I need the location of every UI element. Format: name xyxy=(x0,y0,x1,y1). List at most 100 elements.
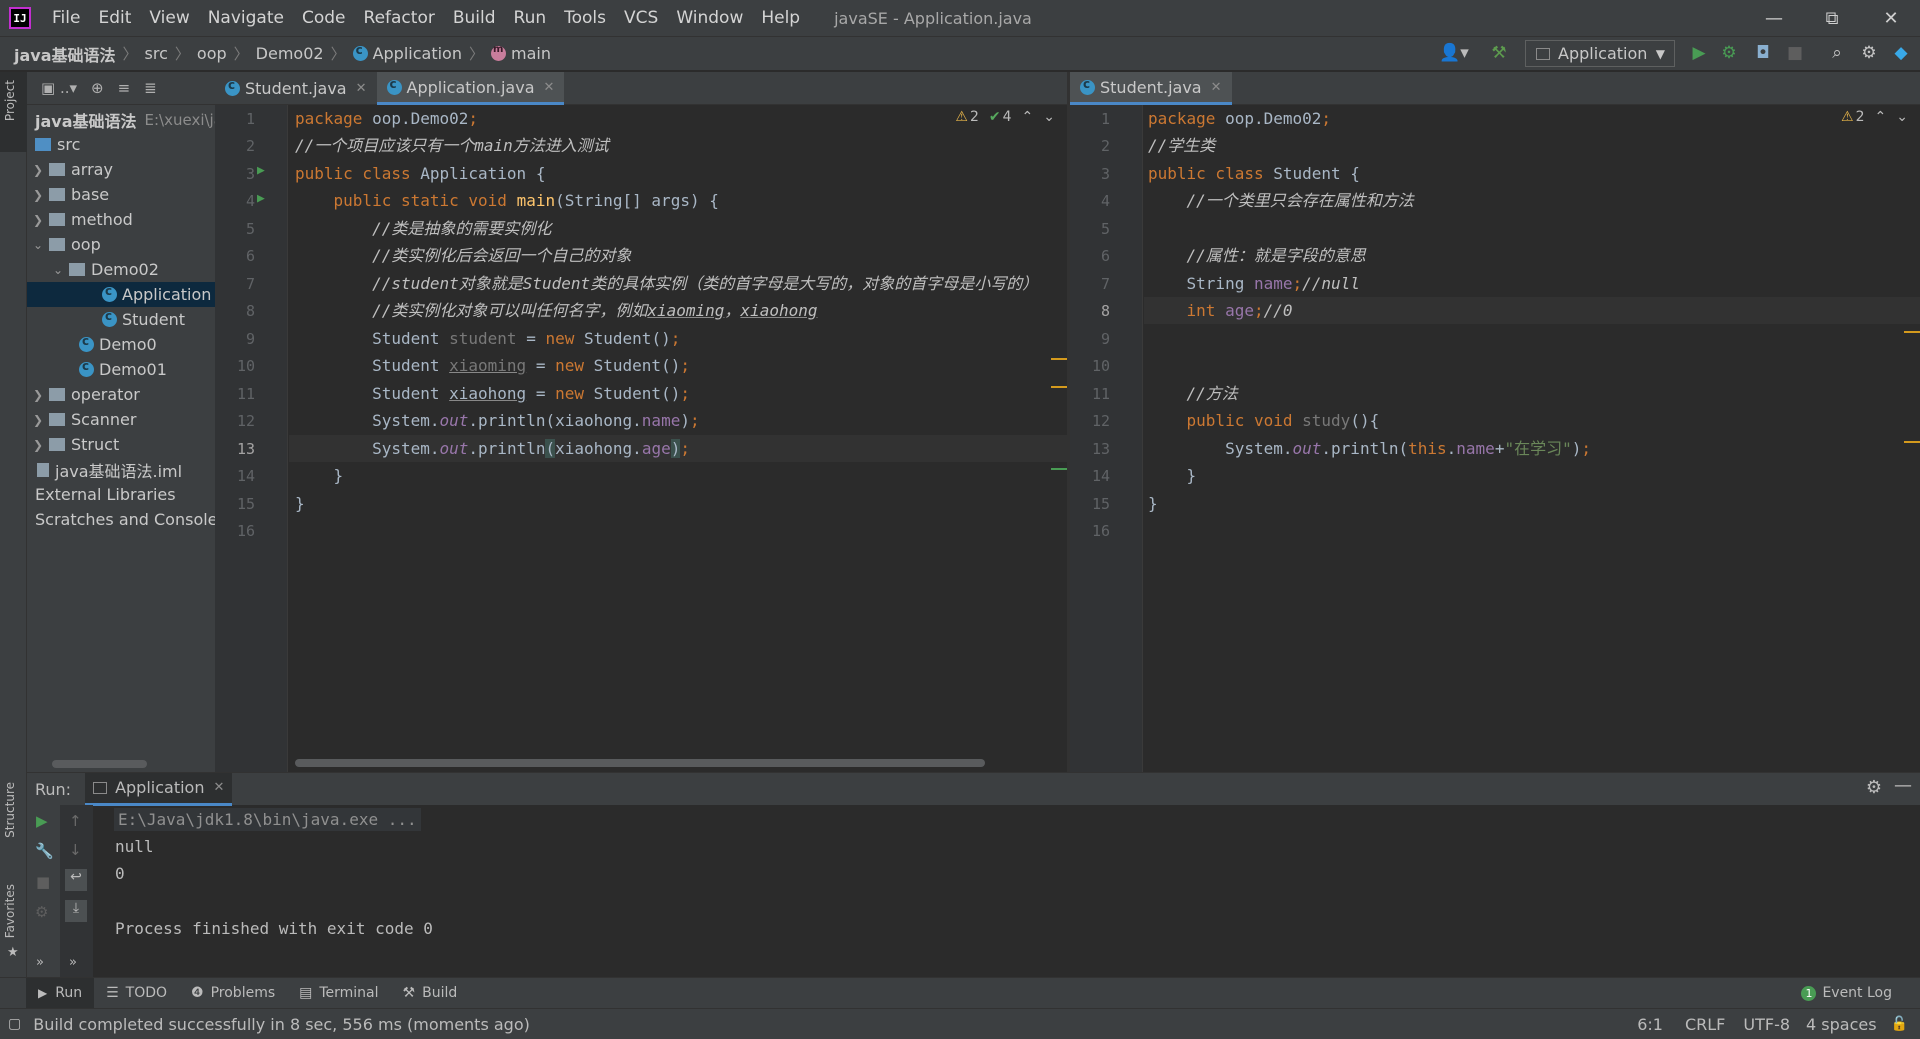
chevron-down-icon[interactable]: ⌄ xyxy=(1043,109,1055,125)
tool-tab-build[interactable]: ⚒ Build xyxy=(391,978,470,1009)
tree-item-method[interactable]: ❯ method xyxy=(27,207,215,232)
rerun-icon[interactable]: ▶ xyxy=(36,812,48,830)
warning-marker[interactable] xyxy=(1051,386,1067,388)
restore-icon[interactable]: ⧉ xyxy=(1803,0,1861,36)
tab-student-java[interactable]: Student.java ✕ xyxy=(215,72,377,105)
menu-code[interactable]: Code xyxy=(293,0,355,36)
menu-window[interactable]: Window xyxy=(667,0,752,36)
caret-position[interactable]: 6:1 xyxy=(1637,1015,1663,1034)
run-icon[interactable]: ▶ xyxy=(1688,42,1710,64)
menu-refactor[interactable]: Refactor xyxy=(355,0,444,36)
status-message[interactable]: Build completed successfully in 8 sec, 5… xyxy=(33,1015,530,1034)
build-hammer-icon[interactable]: ⚒ xyxy=(1488,42,1510,64)
chevron-right-icon[interactable]: ❯ xyxy=(31,188,45,202)
chevron-down-icon[interactable]: ⌄ xyxy=(1896,109,1908,125)
indent-setting[interactable]: 4 spaces xyxy=(1806,1015,1877,1034)
project-tool-tab[interactable]: Project xyxy=(0,72,27,152)
tree-item-demo01[interactable]: Demo01 xyxy=(27,357,215,382)
tree-item-scratches[interactable]: Scratches and Consoles xyxy=(27,507,215,532)
chevron-right-icon[interactable]: ❯ xyxy=(31,163,45,177)
project-scrollbar[interactable] xyxy=(52,760,147,768)
menu-build[interactable]: Build xyxy=(444,0,505,36)
editor-student[interactable]: 1 2 3 4 5 6 7 8 9 10 11 12 13 14 15 16 p… xyxy=(1070,105,1920,772)
search-icon[interactable]: ⌕ xyxy=(1826,42,1848,64)
tree-item-scanner[interactable]: ❯ Scanner xyxy=(27,407,215,432)
chevron-right-icon[interactable]: ❯ xyxy=(31,213,45,227)
debug-icon[interactable]: ⚙ xyxy=(1718,42,1740,64)
lock-icon[interactable]: 🔓 xyxy=(1891,1016,1908,1032)
tree-item-oop[interactable]: ⌄ oop xyxy=(27,232,215,257)
tree-item-src[interactable]: src xyxy=(27,132,215,157)
menu-run[interactable]: Run xyxy=(505,0,556,36)
tree-item-struct[interactable]: ❯ Struct xyxy=(27,432,215,457)
arrow-up-icon[interactable]: ↑ xyxy=(69,812,82,830)
menu-view[interactable]: View xyxy=(140,0,198,36)
close-icon[interactable]: ✕ xyxy=(213,780,224,795)
close-icon[interactable]: ✕ xyxy=(544,80,555,95)
tool-tab-event-log[interactable]: 1 Event Log xyxy=(1789,978,1904,1009)
tab-student-java-right[interactable]: Student.java ✕ xyxy=(1070,72,1232,105)
arrow-down-icon[interactable]: ↓ xyxy=(69,841,82,859)
scroll-to-end-icon[interactable]: ⤓ xyxy=(65,900,87,922)
tool-tab-problems[interactable]: ❹ Problems xyxy=(179,978,287,1009)
breadcrumb-oop[interactable]: oop xyxy=(197,44,227,63)
chevron-up-icon[interactable]: ⌃ xyxy=(1875,109,1887,125)
tree-item-external-libraries[interactable]: External Libraries xyxy=(27,482,215,507)
close-window-icon[interactable]: ✕ xyxy=(1862,0,1920,36)
horizontal-scrollbar[interactable] xyxy=(295,759,985,767)
tree-item-student[interactable]: Student xyxy=(27,307,215,332)
chevron-right-icon[interactable]: ❯ xyxy=(31,388,45,402)
debug-icon[interactable]: ⚙ xyxy=(35,903,48,921)
tree-item-array[interactable]: ❯ array xyxy=(27,157,215,182)
tab-application-java[interactable]: Application.java ✕ xyxy=(376,72,565,105)
structure-tool-label[interactable]: Structure xyxy=(3,782,17,838)
settings-icon[interactable]: ⚙ xyxy=(1858,42,1880,64)
menu-edit[interactable]: Edit xyxy=(89,0,140,36)
more-icon[interactable]: » xyxy=(36,955,44,970)
favorites-tool-label[interactable]: Favorites xyxy=(3,884,17,938)
breadcrumb-demo02[interactable]: Demo02 xyxy=(256,44,324,63)
menu-vcs[interactable]: VCS xyxy=(615,0,667,36)
settings-icon[interactable]: ⚙ xyxy=(1866,777,1882,798)
warning-marker[interactable] xyxy=(1904,441,1920,443)
wrench-icon[interactable]: 🔧 xyxy=(35,842,54,860)
chevron-up-icon[interactable]: ⌃ xyxy=(1022,109,1034,125)
breadcrumb-project[interactable]: java基础语法 xyxy=(14,42,116,66)
tool-tab-run[interactable]: ▶ Run xyxy=(26,977,95,1009)
more-icon[interactable]: » xyxy=(69,955,77,970)
file-encoding[interactable]: UTF-8 xyxy=(1743,1015,1790,1034)
run-gutter-icon[interactable]: ▶ xyxy=(257,163,265,178)
breadcrumb-src[interactable]: src xyxy=(145,44,168,63)
stop-icon[interactable]: ■ xyxy=(1784,42,1806,64)
inspection-widget[interactable]: ⚠ 2 ✔ 4 ⌃ ⌄ xyxy=(955,109,1055,125)
tree-item-application[interactable]: Application xyxy=(27,282,215,307)
close-icon[interactable]: ✕ xyxy=(1211,80,1222,95)
chevron-down-icon[interactable]: ⌄ xyxy=(51,263,65,277)
toolbox-icon[interactable]: ◆ xyxy=(1890,42,1912,64)
inspection-widget[interactable]: ⚠ 2 ⌃ ⌄ xyxy=(1841,109,1908,125)
tree-item-operator[interactable]: ❯ operator xyxy=(27,382,215,407)
breadcrumb-application[interactable]: Application xyxy=(352,43,462,63)
chevron-right-icon[interactable]: ❯ xyxy=(31,413,45,427)
expand-all-icon[interactable]: ≡ xyxy=(118,79,131,97)
tool-tab-todo[interactable]: ☰ TODO xyxy=(94,978,179,1009)
chevron-right-icon[interactable]: ❯ xyxy=(31,438,45,452)
minimize-panel-icon[interactable]: — xyxy=(1894,775,1912,796)
run-configuration-select[interactable]: Application ▼ xyxy=(1525,40,1675,67)
run-tab-application[interactable]: Application ✕ xyxy=(85,772,233,806)
tree-root[interactable]: java基础语法 E:\xuexi\jav xyxy=(27,107,215,132)
tree-item-base[interactable]: ❯ base xyxy=(27,182,215,207)
soft-wrap-icon[interactable]: ↩ xyxy=(65,869,87,891)
tool-tab-terminal[interactable]: ▤ Terminal xyxy=(287,978,390,1009)
run-gutter-icon[interactable]: ▶ xyxy=(257,191,265,206)
close-icon[interactable]: ✕ xyxy=(356,81,367,96)
menu-help[interactable]: Help xyxy=(752,0,809,36)
line-separator[interactable]: CRLF xyxy=(1685,1015,1725,1034)
tree-item-demo02[interactable]: ⌄ Demo02 xyxy=(27,257,215,282)
tree-item-iml[interactable]: java基础语法.iml xyxy=(27,457,215,482)
menu-tools[interactable]: Tools xyxy=(555,0,615,36)
tree-item-demo0[interactable]: Demo0 xyxy=(27,332,215,357)
collapse-all-icon[interactable]: ≣ xyxy=(144,79,157,97)
editor-application[interactable]: 1 2 3 4 5 6 7 8 9 10 11 12 13 14 15 16 ▶… xyxy=(215,105,1067,772)
locate-icon[interactable]: ⊕ xyxy=(91,79,104,97)
